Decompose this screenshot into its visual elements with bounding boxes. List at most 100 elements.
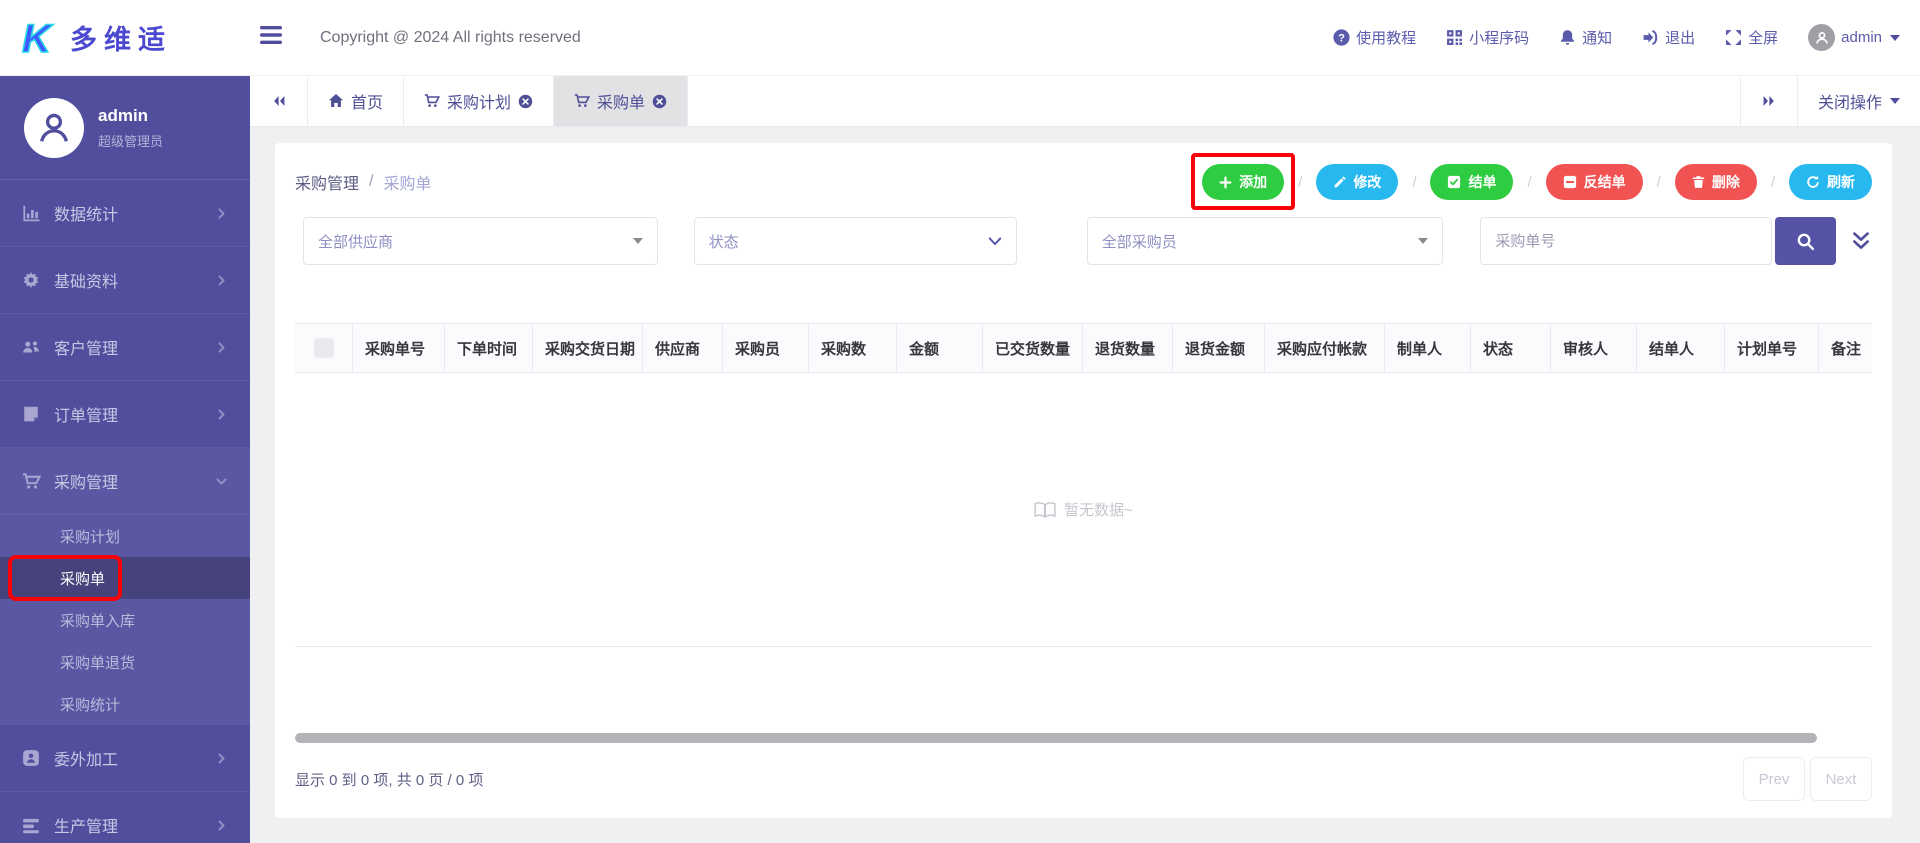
column-header[interactable]: 采购交货日期 — [533, 324, 643, 372]
logo-text: 多维适 — [70, 25, 172, 55]
column-header[interactable]: 制单人 — [1385, 324, 1471, 372]
double-chevron-down-icon — [1853, 232, 1869, 249]
column-header[interactable]: 计划单号 — [1725, 324, 1819, 372]
sidebar-item-production[interactable]: 生产管理 — [0, 792, 250, 843]
fullscreen-icon — [1726, 30, 1742, 45]
column-header[interactable]: 采购应付帐款 — [1265, 324, 1385, 372]
question-circle-icon: ? — [1333, 29, 1350, 46]
column-header[interactable]: 备注 — [1819, 324, 1872, 372]
column-header[interactable]: 金额 — [897, 324, 983, 372]
delete-button[interactable]: 删除 — [1674, 164, 1757, 200]
sidebar-subitem-purchase-order[interactable]: 采购单 — [0, 555, 250, 601]
sidebar: admin 超级管理员 数据统计 基础资料 客户管理 订单管理 采购管理 采购计… — [0, 76, 250, 843]
sidebar-item-data-stats[interactable]: 数据统计 — [0, 180, 250, 247]
column-header[interactable]: 下单时间 — [445, 324, 533, 372]
sidebar-item-customers[interactable]: 客户管理 — [0, 314, 250, 381]
buyer-select[interactable]: 全部采购员 — [1086, 217, 1444, 265]
app-logo[interactable]: K 多维适 — [0, 0, 250, 76]
close-icon[interactable] — [652, 94, 667, 109]
sidebar-item-base-data[interactable]: 基础资料 — [0, 247, 250, 314]
sidebar-item-purchase[interactable]: 采购管理 — [0, 448, 250, 515]
refresh-button[interactable]: 刷新 — [1789, 164, 1872, 200]
nav-fullscreen[interactable]: 全屏 — [1725, 27, 1778, 48]
pagination-row: 显示 0 到 0 项, 共 0 页 / 0 项 Prev Next — [295, 757, 1872, 801]
chevron-down-icon — [215, 475, 228, 488]
close-icon[interactable] — [518, 94, 533, 109]
nav-notifications[interactable]: 通知 — [1559, 27, 1612, 48]
main-area: 首页 采购计划 采购单 关闭操作 采购管理 / 采购单 添加 / 修改 / 结单… — [250, 76, 1920, 843]
filters-expand-toggle[interactable] — [1850, 230, 1872, 252]
breadcrumb-current: 采购单 — [383, 176, 432, 193]
double-left-icon — [273, 96, 284, 106]
breadcrumb-parent[interactable]: 采购管理 — [295, 170, 359, 194]
chevron-right-icon — [215, 341, 228, 354]
refresh-icon — [1807, 175, 1819, 188]
column-header[interactable]: 审核人 — [1551, 324, 1637, 372]
search-button[interactable] — [1775, 217, 1836, 265]
bell-icon — [1561, 30, 1574, 45]
copyright-text: Copyright @ 2024 All rights reserved — [320, 28, 581, 46]
chevron-right-icon — [215, 408, 228, 421]
column-header[interactable]: 退货数量 — [1083, 324, 1173, 372]
reopen-order-button[interactable]: 反结单 — [1545, 164, 1643, 200]
tabs-scroll-right-button[interactable] — [1739, 76, 1798, 126]
sidebar-item-outsourcing[interactable]: 委外加工 — [0, 725, 250, 792]
column-header[interactable]: 采购单号 — [353, 324, 445, 372]
nav-tutorial[interactable]: ? 使用教程 — [1333, 27, 1416, 48]
add-button[interactable]: 添加 — [1202, 164, 1285, 200]
user-menu[interactable]: admin — [1808, 24, 1900, 51]
pencil-icon — [1334, 175, 1346, 187]
column-header[interactable]: 已交货数量 — [983, 324, 1083, 372]
close-operations-dropdown[interactable]: 关闭操作 — [1798, 76, 1920, 126]
breadcrumb: 采购管理 / 采购单 — [295, 170, 431, 194]
column-header[interactable]: 采购数 — [809, 324, 897, 372]
caret-down-icon — [1418, 238, 1429, 244]
qr-code-icon — [1447, 30, 1463, 45]
close-order-button[interactable]: 结单 — [1430, 164, 1514, 200]
open-book-icon — [1034, 501, 1056, 518]
tab-purchase-plan[interactable]: 采购计划 — [404, 76, 555, 126]
gear-icon — [22, 271, 41, 289]
next-page-button[interactable]: Next — [1810, 757, 1872, 801]
nav-logout[interactable]: 退出 — [1642, 27, 1695, 48]
order-number-input[interactable] — [1480, 217, 1773, 265]
sidebar-group-purchase: 采购管理 采购计划 采购单 采购单入库 采购单退货 采购统计 — [0, 448, 250, 725]
chevron-right-icon — [215, 274, 228, 287]
select-all-checkbox[interactable] — [313, 338, 334, 358]
column-header[interactable]: 供应商 — [643, 324, 723, 372]
scrollbar-thumb[interactable] — [295, 733, 1817, 743]
horizontal-scrollbar — [295, 733, 1872, 743]
logo-k-icon: K — [21, 16, 55, 60]
chevron-down-icon — [1890, 98, 1900, 104]
column-header[interactable]: 采购员 — [723, 324, 809, 372]
sidebar-subitem-purchase-plan[interactable]: 采购计划 — [0, 515, 250, 557]
chevron-right-icon — [215, 752, 228, 765]
person-icon — [40, 113, 68, 142]
sidebar-subitem-purchase-inbound[interactable]: 采购单入库 — [0, 599, 250, 641]
hamburger-menu-icon[interactable] — [260, 26, 282, 49]
sidebar-profile: admin 超级管理员 — [0, 76, 250, 180]
sidebar-subitem-purchase-return[interactable]: 采购单退货 — [0, 641, 250, 683]
supplier-select[interactable]: 全部供应商 — [303, 217, 658, 265]
person-icon — [1815, 31, 1828, 44]
status-select[interactable]: 状态 — [693, 217, 1017, 265]
sidebar-item-orders[interactable]: 订单管理 — [0, 381, 250, 448]
column-header[interactable]: 结单人 — [1637, 324, 1725, 372]
cart-icon — [574, 94, 591, 107]
column-header[interactable]: 退货金额 — [1173, 324, 1265, 372]
column-header[interactable]: 状态 — [1471, 324, 1551, 372]
profile-name: admin — [98, 105, 149, 125]
svg-text:K: K — [22, 17, 54, 60]
nav-mini-program-qr[interactable]: 小程序码 — [1446, 27, 1529, 48]
tabs-scroll-left-button[interactable] — [250, 76, 308, 126]
cart-icon — [424, 94, 441, 107]
tab-home[interactable]: 首页 — [308, 76, 405, 126]
double-right-icon — [1763, 96, 1774, 106]
sidebar-subitem-purchase-stats[interactable]: 采购统计 — [0, 683, 250, 725]
svg-text:?: ? — [1338, 32, 1345, 44]
prev-page-button[interactable]: Prev — [1743, 757, 1805, 801]
action-buttons: 添加 / 修改 / 结单 / 反结单 / 删除 / 刷新 — [1191, 153, 1872, 210]
tab-purchase-order[interactable]: 采购单 — [554, 76, 689, 126]
edit-button[interactable]: 修改 — [1316, 164, 1399, 200]
chevron-right-icon — [215, 207, 228, 220]
